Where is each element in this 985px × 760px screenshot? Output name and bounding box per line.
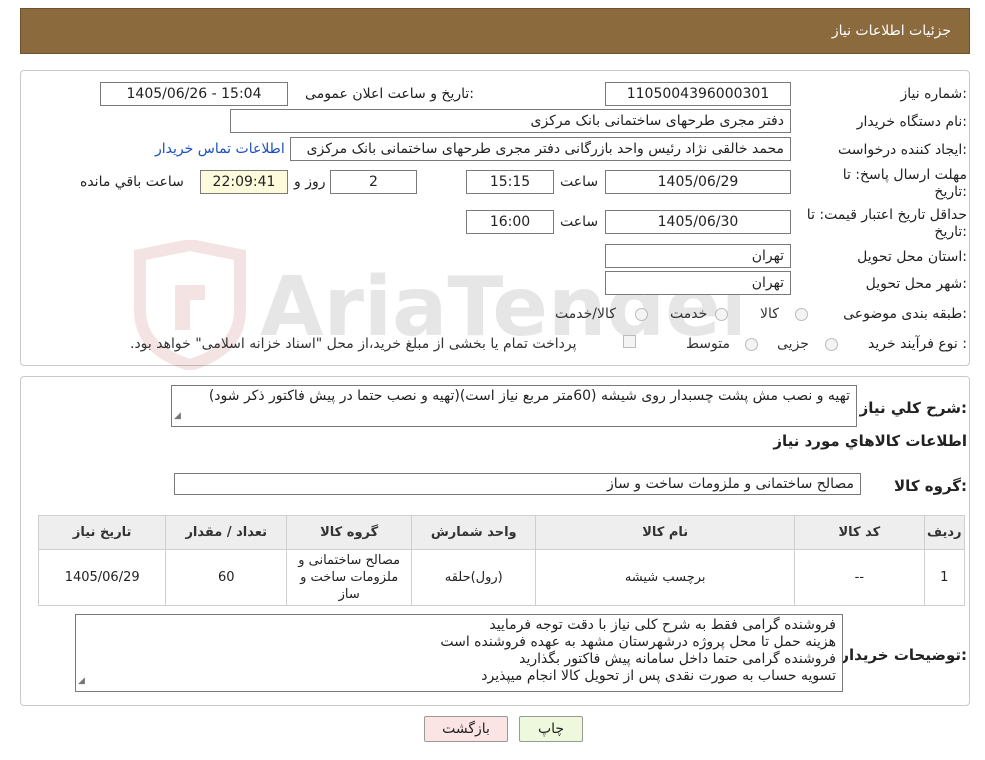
buyer-note-line: هزینه حمل تا محل پروژه درشهرستان مشهد به… — [440, 634, 836, 650]
reply-time-field: 15:15 — [466, 170, 554, 194]
col-goods-group: گروه کالا — [286, 515, 413, 550]
price-time-label: ساعت — [560, 214, 599, 230]
cell-row-number: 1 — [923, 549, 966, 606]
category-goods-label: کالا — [760, 306, 779, 322]
table-row: 1 -- برچسب شیشه (رول)حلقه مصالح ساختمانی… — [37, 549, 966, 606]
back-button[interactable]: بازگشت — [424, 716, 508, 742]
reply-deadline-label: مهلت ارسال پاسخ: تا — [842, 167, 967, 183]
col-unit: واحد شمارش — [411, 515, 537, 550]
items-table: ردیف کد کالا نام کالا واحد شمارش گروه کا… — [37, 515, 966, 606]
reply-date-field: 1405/06/29 — [605, 170, 791, 194]
buyer-note-line: فروشنده گرامی حتما داخل سامانه پیش فاکتو… — [519, 651, 836, 667]
page-header: جزئیات اطلاعات نیاز — [20, 8, 970, 54]
category-service-label: خدمت — [670, 306, 708, 322]
reply-deadline-label-date: تاریخ: — [934, 184, 967, 200]
requester-field: محمد خالقی نژاد رئیس واحد بازرگانی دفتر … — [290, 137, 791, 161]
buyer-note-line: فروشنده گرامی فقط به شرح کلی نیاز با دقت… — [489, 617, 836, 633]
process-medium-radio[interactable] — [745, 338, 758, 351]
items-table-header: ردیف کد کالا نام کالا واحد شمارش گروه کا… — [37, 515, 966, 550]
buyer-notes-label: توضیحات خریدار: — [840, 646, 967, 664]
payment-note: پرداخت تمام یا بخشی از مبلغ خرید،از محل … — [130, 336, 577, 352]
resize-grip-icon[interactable]: ◢ — [78, 673, 85, 690]
page-title: جزئیات اطلاعات نیاز — [831, 23, 951, 39]
province-label: استان محل تحویل: — [857, 249, 967, 265]
reply-time-label: ساعت — [560, 174, 599, 190]
price-date-field: 1405/06/30 — [605, 210, 791, 234]
need-number-label: شماره نیاز: — [900, 86, 967, 102]
days-remaining-field: 2 — [330, 170, 417, 194]
print-button[interactable]: چاپ — [519, 716, 583, 742]
description-label: شرح کلي نياز: — [859, 399, 967, 417]
province-field: تهران — [605, 244, 791, 268]
description-textarea[interactable]: تهیه و نصب مش پشت چسبدار روی شیشه (60متر… — [171, 385, 857, 427]
announce-label: تاریخ و ساعت اعلان عمومی: — [305, 86, 474, 102]
col-need-date: تاریخ نیاز — [37, 515, 167, 550]
cell-need-date: 1405/06/29 — [37, 549, 167, 606]
price-validity-label-date: تاریخ: — [934, 224, 967, 240]
cell-goods-group: مصالح ساختمانی و ملزومات ساخت و ساز — [286, 549, 413, 606]
buyer-note-line: تسویه حساب به صورت نقدی پس از تحویل کالا… — [481, 668, 836, 684]
cell-unit: (رول)حلقه — [411, 549, 537, 606]
remaining-time-field: 22:09:41 — [200, 170, 288, 194]
col-item-name: نام کالا — [535, 515, 796, 550]
process-label: نوع فرآیند خرید : — [868, 336, 967, 352]
treasury-checkbox[interactable] — [623, 335, 636, 348]
process-minor-radio[interactable] — [825, 338, 838, 351]
remaining-label: ساعت باقي مانده — [80, 174, 184, 190]
buyer-org-field: دفتر مجری طرحهای ساختمانی بانک مرکزی — [230, 109, 791, 133]
category-goods-service-label: کالا/خدمت — [555, 306, 616, 322]
buyer-org-label: نام دستگاه خریدار: — [856, 114, 967, 130]
cell-item-code: -- — [794, 549, 925, 606]
buyer-notes-textarea[interactable]: فروشنده گرامی فقط به شرح کلی نیاز با دقت… — [75, 614, 843, 692]
category-service-radio[interactable] — [715, 308, 728, 321]
category-goods-service-radio[interactable] — [635, 308, 648, 321]
announce-field: 1405/06/26 - 15:04 — [100, 82, 288, 106]
need-number-field: 1105004396000301 — [605, 82, 791, 106]
cell-quantity: 60 — [165, 549, 288, 606]
goods-group-label: گروه کالا: — [894, 477, 967, 495]
col-row-number: ردیف — [923, 515, 966, 550]
process-minor-label: جزیی — [777, 336, 809, 352]
days-label: روز و — [294, 174, 326, 190]
col-quantity: تعداد / مقدار — [165, 515, 288, 550]
city-field: تهران — [605, 271, 791, 295]
goods-group-field: مصالح ساختمانی و ملزومات ساخت و ساز — [174, 473, 861, 495]
goods-info-title: اطلاعات کالاهاي مورد نياز — [773, 432, 967, 450]
category-label: طبقه بندی موضوعی: — [843, 306, 967, 322]
process-medium-label: متوسط — [686, 336, 730, 352]
city-label: شهر محل تحویل: — [865, 276, 967, 292]
col-item-code: کد کالا — [794, 515, 925, 550]
resize-grip-icon[interactable]: ◢ — [174, 408, 181, 425]
cell-item-name: برچسب شیشه — [535, 549, 796, 606]
price-time-field: 16:00 — [466, 210, 554, 234]
requester-label: ایجاد کننده درخواست: — [838, 142, 967, 158]
category-goods-radio[interactable] — [795, 308, 808, 321]
description-text: تهیه و نصب مش پشت چسبدار روی شیشه (60متر… — [208, 388, 850, 404]
buyer-contact-link[interactable]: اطلاعات تماس خریدار — [155, 141, 285, 157]
price-validity-label: حداقل تاریخ اعتبار قیمت: تا — [806, 207, 967, 223]
